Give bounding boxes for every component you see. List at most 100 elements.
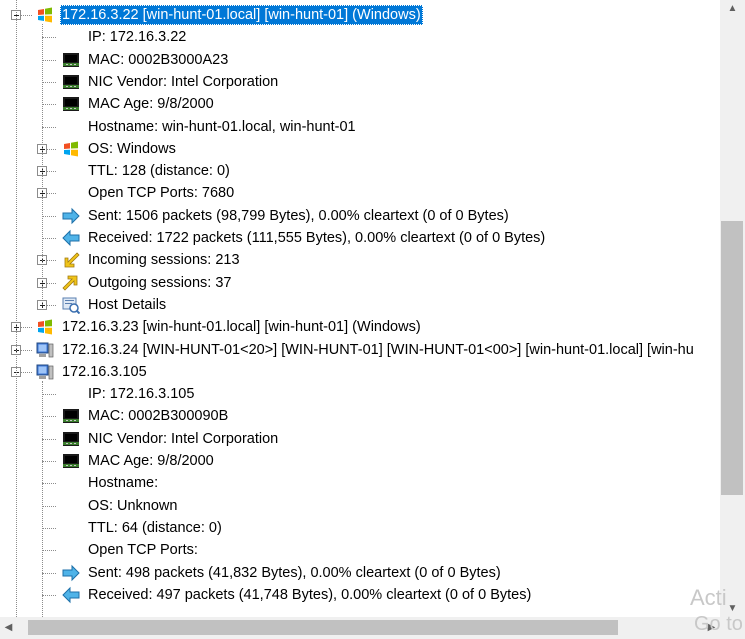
tree-node-label[interactable]: 172.16.3.23 [win-hunt-01.local] [win-hun… bbox=[62, 317, 421, 337]
scroll-up-arrow-icon[interactable]: ▲ bbox=[720, 0, 745, 17]
computer-icon bbox=[36, 363, 54, 381]
network-card-icon bbox=[62, 452, 80, 470]
tree-root-guide-line bbox=[16, 0, 17, 617]
tree-node-label[interactable]: OS: Unknown bbox=[88, 496, 177, 516]
tree-node-label[interactable]: TTL: 128 (distance: 0) bbox=[88, 161, 230, 181]
tree-detail-node[interactable]: OS: Windows bbox=[0, 138, 720, 160]
tree-detail-node[interactable]: TTL: 128 (distance: 0) bbox=[0, 160, 720, 182]
received-arrow-icon bbox=[62, 586, 80, 604]
incoming-sessions-icon bbox=[62, 251, 80, 269]
tree-node-label[interactable]: IP: 172.16.3.105 bbox=[88, 384, 194, 404]
tree-detail-node[interactable]: MAC: 0002B3000A23 bbox=[0, 49, 720, 71]
tree-node-label[interactable]: Hostname: win-hunt-01.local, win-hunt-01 bbox=[88, 117, 356, 137]
network-card-icon bbox=[62, 95, 80, 113]
tree-detail-node[interactable]: MAC Age: 9/8/2000 bbox=[0, 93, 720, 115]
network-card-icon bbox=[62, 51, 80, 69]
tree-node-label[interactable]: Received: 1722 packets (111,555 Bytes), … bbox=[88, 228, 545, 248]
tree-connector-line bbox=[42, 505, 56, 507]
tree-detail-node[interactable]: Sent: 498 packets (41,832 Bytes), 0.00% … bbox=[0, 562, 720, 584]
tree-node-label[interactable]: 172.16.3.24 [WIN-HUNT-01<20>] [WIN-HUNT-… bbox=[62, 340, 694, 360]
tree-detail-node[interactable]: Outgoing sessions: 37 bbox=[0, 272, 720, 294]
computer-icon bbox=[36, 341, 54, 359]
tree-connector-line bbox=[42, 572, 56, 574]
tree-child-guide-line bbox=[42, 380, 43, 617]
scroll-left-arrow-icon[interactable]: ◀ bbox=[0, 617, 17, 639]
tree-detail-node[interactable]: MAC Age: 9/8/2000 bbox=[0, 450, 720, 472]
tree-node-label[interactable]: Hostname: bbox=[88, 473, 158, 493]
tree-connector-line bbox=[42, 59, 56, 61]
tree-node-label[interactable]: NIC Vendor: Intel Corporation bbox=[88, 72, 278, 92]
network-card-icon bbox=[62, 407, 80, 425]
tree-detail-node[interactable]: OS: Unknown bbox=[0, 495, 720, 517]
tree-detail-node[interactable]: Sent: 1506 packets (98,799 Bytes), 0.00%… bbox=[0, 205, 720, 227]
windows-logo-icon bbox=[62, 140, 80, 158]
tree-detail-node[interactable]: Host Details bbox=[0, 294, 720, 316]
tree-node-label[interactable]: Open TCP Ports: bbox=[88, 540, 198, 560]
tree-host-node[interactable]: 172.16.3.23 [win-hunt-01.local] [win-hun… bbox=[0, 316, 720, 338]
tree-node-label[interactable]: 172.16.3.105 bbox=[62, 362, 147, 382]
tree-detail-node[interactable]: IP: 172.16.3.105 bbox=[0, 383, 720, 405]
windows-logo-icon bbox=[36, 318, 54, 336]
tree-connector-line bbox=[42, 438, 56, 440]
tree-detail-node[interactable]: NIC Vendor: Intel Corporation bbox=[0, 428, 720, 450]
tree-connector-line bbox=[42, 215, 56, 217]
tree-detail-node[interactable]: NIC Vendor: Intel Corporation bbox=[0, 71, 720, 93]
tree-node-label[interactable]: 172.16.3.22 [win-hunt-01.local] [win-hun… bbox=[60, 5, 423, 25]
tree-connector-line bbox=[42, 416, 56, 418]
tree-node-label[interactable]: Incoming sessions: 213 bbox=[88, 250, 240, 270]
vertical-scrollbar[interactable]: ▲ ▼ bbox=[720, 0, 745, 617]
tree-detail-node[interactable]: TTL: 64 (distance: 0) bbox=[0, 517, 720, 539]
tree-connector-line bbox=[42, 37, 56, 39]
host-details-icon bbox=[62, 296, 81, 315]
tree-connector-line bbox=[42, 104, 56, 106]
tree-node-label[interactable]: IP: 172.16.3.22 bbox=[88, 27, 186, 47]
tree-node-label[interactable]: MAC Age: 9/8/2000 bbox=[88, 94, 214, 114]
network-card-icon bbox=[62, 73, 80, 91]
tree-node-label[interactable]: Received: 497 packets (41,748 Bytes), 0.… bbox=[88, 585, 531, 605]
tree-connector-line bbox=[42, 81, 56, 83]
windows-logo-icon bbox=[36, 6, 54, 24]
tree-node-label[interactable]: OS: Windows bbox=[88, 139, 176, 159]
tree-connector-line bbox=[42, 594, 56, 596]
tree-connector-line bbox=[42, 394, 56, 396]
tree-detail-node[interactable]: Received: 497 packets (41,748 Bytes), 0.… bbox=[0, 584, 720, 606]
tree-node-label[interactable]: MAC Age: 9/8/2000 bbox=[88, 451, 214, 471]
tree-host-node[interactable]: 172.16.3.105 bbox=[0, 361, 720, 383]
tree-detail-node[interactable]: Hostname: win-hunt-01.local, win-hunt-01 bbox=[0, 116, 720, 138]
tree-connector-line bbox=[42, 126, 56, 128]
tree-node-label[interactable]: Open TCP Ports: 7680 bbox=[88, 183, 234, 203]
tree-connector-line bbox=[42, 461, 56, 462]
tree-node-label[interactable]: TTL: 64 (distance: 0) bbox=[88, 518, 222, 538]
tree-detail-node[interactable]: Hostname: bbox=[0, 472, 720, 494]
tree-host-node[interactable]: 172.16.3.22 [win-hunt-01.local] [win-hun… bbox=[0, 4, 720, 26]
received-arrow-icon bbox=[62, 229, 80, 247]
activate-windows-watermark: Acti bbox=[690, 585, 727, 610]
tree-node-label[interactable]: MAC: 0002B3000A23 bbox=[88, 50, 228, 70]
tree-node-label[interactable]: Sent: 498 packets (41,832 Bytes), 0.00% … bbox=[88, 563, 501, 583]
host-tree-view[interactable]: 172.16.3.22 [win-hunt-01.local] [win-hun… bbox=[0, 0, 721, 617]
tree-node-label[interactable]: MAC: 0002B300090B bbox=[88, 406, 228, 426]
network-card-icon bbox=[62, 430, 80, 448]
sent-arrow-icon bbox=[62, 207, 80, 225]
tree-detail-node[interactable]: IP: 172.16.3.22 bbox=[0, 26, 720, 48]
tree-node-label[interactable]: Sent: 1506 packets (98,799 Bytes), 0.00%… bbox=[88, 206, 509, 226]
tree-detail-node[interactable]: Incoming sessions: 213 bbox=[0, 249, 720, 271]
tree-connector-line bbox=[42, 527, 56, 529]
tree-connector-line bbox=[42, 483, 56, 485]
tree-child-guide-line bbox=[42, 24, 43, 305]
tree-node-label[interactable]: NIC Vendor: Intel Corporation bbox=[88, 429, 278, 449]
tree-node-label[interactable]: Outgoing sessions: 37 bbox=[88, 273, 231, 293]
tree-node-label[interactable]: Host Details bbox=[88, 295, 166, 315]
tree-connector-line bbox=[42, 550, 56, 552]
horizontal-scroll-thumb[interactable] bbox=[28, 620, 618, 635]
tree-connector-line bbox=[42, 238, 56, 239]
tree-detail-node[interactable]: Open TCP Ports: bbox=[0, 539, 720, 561]
tree-detail-node[interactable]: MAC: 0002B300090B bbox=[0, 405, 720, 427]
activate-windows-watermark-sub: Go to bbox=[694, 613, 743, 635]
outgoing-sessions-icon bbox=[62, 274, 80, 292]
tree-detail-node[interactable]: Received: 1722 packets (111,555 Bytes), … bbox=[0, 227, 720, 249]
vertical-scroll-thumb[interactable] bbox=[721, 221, 743, 495]
tree-host-node[interactable]: 172.16.3.24 [WIN-HUNT-01<20>] [WIN-HUNT-… bbox=[0, 339, 720, 361]
tree-detail-node[interactable]: Open TCP Ports: 7680 bbox=[0, 182, 720, 204]
horizontal-scrollbar[interactable]: ◀ ▶ bbox=[0, 617, 720, 639]
